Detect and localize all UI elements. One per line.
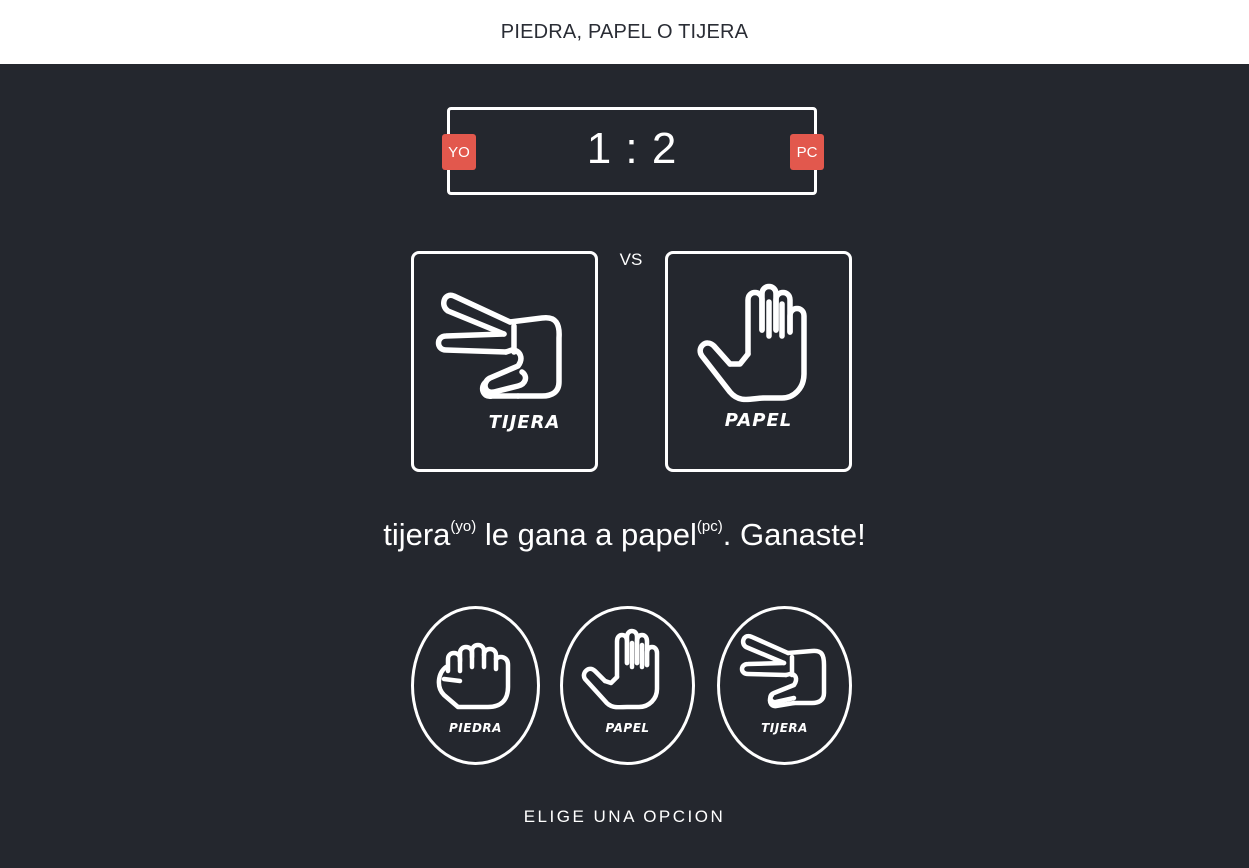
option-paper-label: PAPEL [605,721,650,735]
result-user-word: tijera [383,517,451,552]
option-rock-label: PIEDRA [449,721,502,735]
scissors-hand-icon [739,633,827,709]
open-hand-icon [581,628,660,710]
option-paper-button[interactable]: PAPEL [560,606,695,765]
option-rock-button[interactable]: PIEDRA [411,606,540,765]
result-computer-word: papel [621,517,697,552]
choose-option-prompt: ELIGE UNA OPCION [523,807,726,826]
scoreboard: YO 1 : 2 PC [442,107,824,195]
option-scissors-button[interactable]: TIJERA [717,606,852,765]
result-message: tijera(yo) le gana a papel(pc). Ganaste! [0,517,1249,553]
open-hand-icon [697,283,807,403]
result-outcome: . Ganaste! [722,517,866,552]
versus-label: VS [619,250,643,269]
user-choice-card: TIJERA [411,251,598,472]
page-title: PIEDRA, PAPEL O TIJERA [500,20,749,43]
computer-choice-card: PAPEL [665,251,852,472]
scissors-hand-icon [435,292,562,399]
computer-choice-label: PAPEL [724,410,793,431]
fist-icon [436,642,511,710]
page-header: PIEDRA, PAPEL O TIJERA [0,0,1249,64]
result-computer-tag: (pc) [696,518,723,535]
computer-badge: PC [790,134,824,170]
score-display: 1 : 2 [586,124,678,173]
result-middle: le gana a [476,517,622,552]
game-area: YO 1 : 2 PC TIJERA VS PAPEL tijera(yo) l… [0,64,1249,868]
option-scissors-label: TIJERA [761,721,808,735]
user-choice-label: TIJERA [488,412,561,433]
result-user-tag: (yo) [450,518,477,535]
